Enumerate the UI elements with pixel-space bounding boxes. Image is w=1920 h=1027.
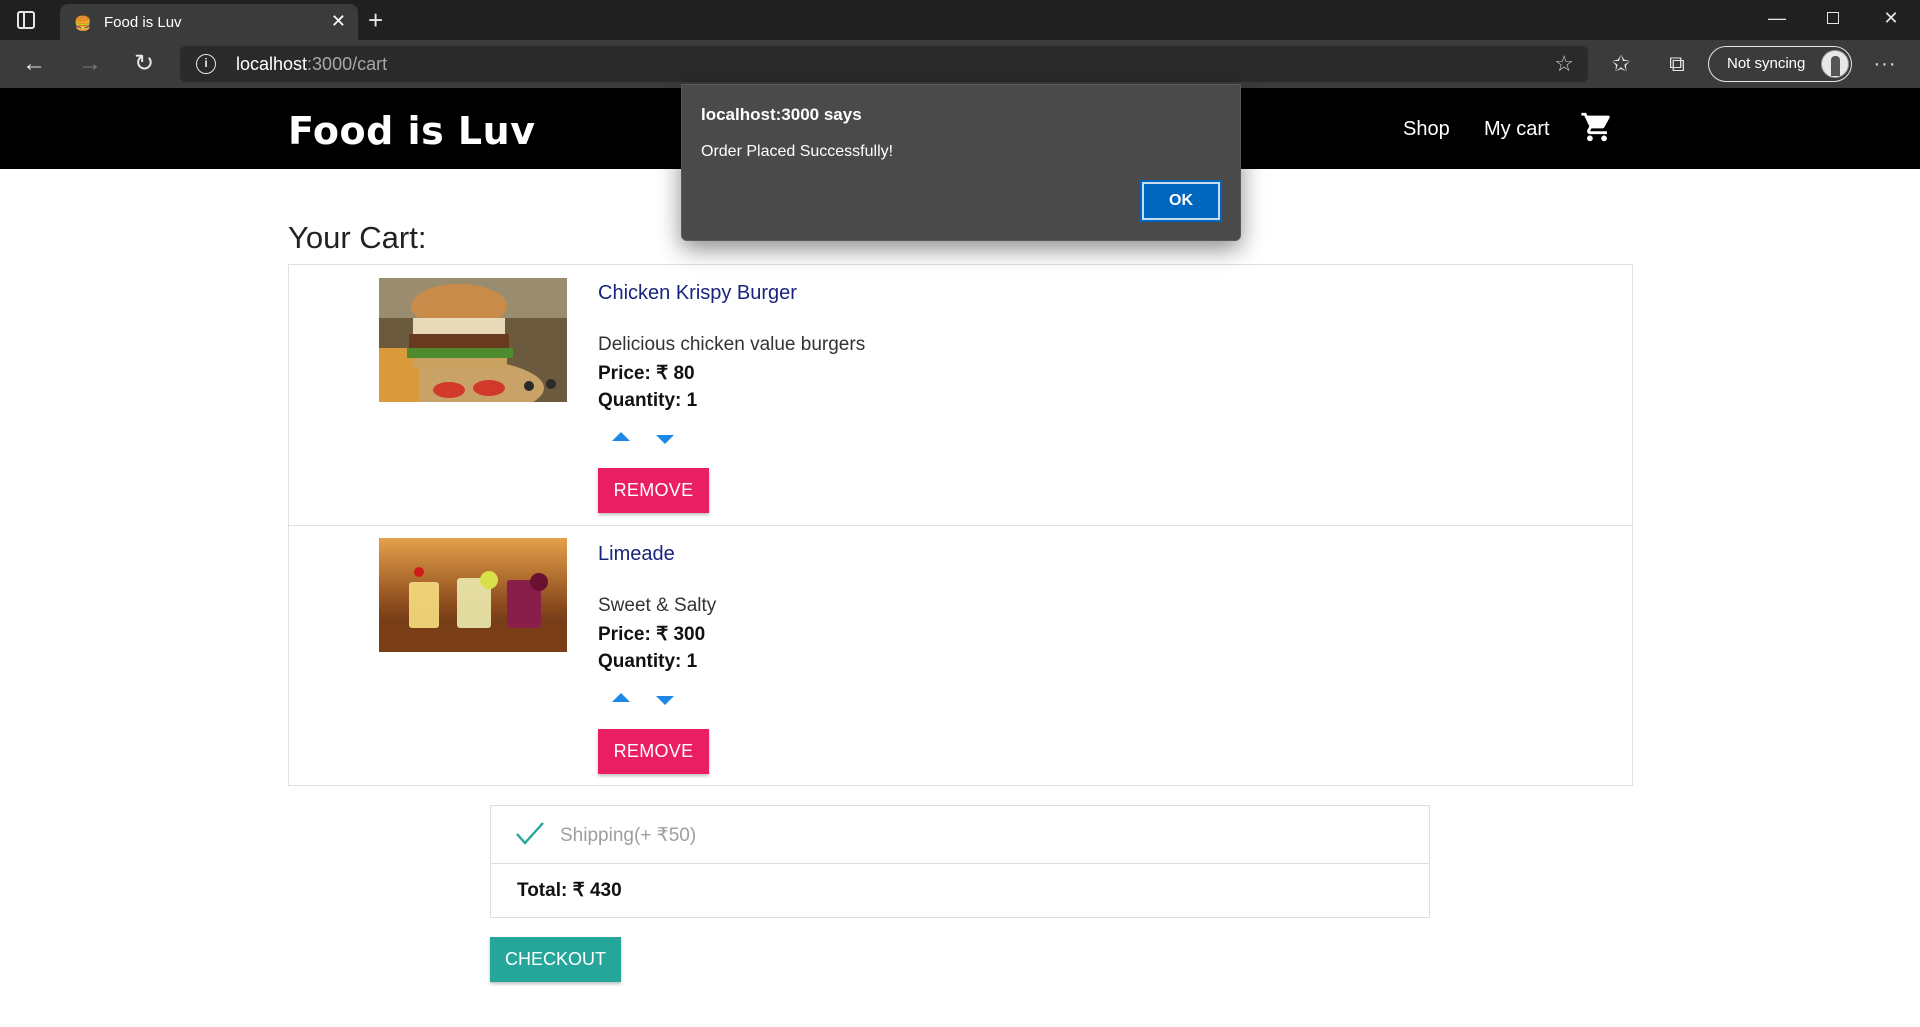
more-options-icon[interactable]: ··· bbox=[1870, 50, 1900, 78]
new-tab-icon[interactable]: + bbox=[368, 6, 383, 34]
item-quantity: Quantity: 1 bbox=[598, 651, 698, 672]
url-text[interactable]: localhost:3000/cart bbox=[236, 54, 387, 75]
nav-shop-link[interactable]: Shop bbox=[1403, 118, 1450, 141]
cart-item: Chicken Krispy Burger Delicious chicken … bbox=[289, 265, 1632, 525]
dialog-message: Order Placed Successfully! bbox=[701, 143, 894, 160]
avatar bbox=[1821, 50, 1849, 78]
browser-tab[interactable]: 🍔 Food is Luv ✕ bbox=[60, 4, 358, 40]
remove-button[interactable]: REMOVE bbox=[598, 468, 709, 513]
site-brand[interactable]: Food is Luv bbox=[288, 109, 535, 153]
item-price: Price: ₹ 300 bbox=[598, 624, 706, 645]
add-favorite-icon[interactable]: ☆ bbox=[1554, 51, 1574, 77]
drinks-image bbox=[379, 538, 567, 652]
dialog-title: localhost:3000 says bbox=[701, 105, 862, 124]
sync-label: Not syncing bbox=[1727, 55, 1806, 72]
item-name[interactable]: Limeade bbox=[598, 543, 675, 566]
url-path: :3000/cart bbox=[307, 54, 388, 74]
dialog-ok-button[interactable]: OK bbox=[1140, 180, 1222, 222]
browser-toolbar: ← → ↻ i localhost:3000/cart ☆ ✩ ⧉ Not sy… bbox=[0, 40, 1920, 88]
item-quantity: Quantity: 1 bbox=[598, 390, 698, 411]
tab-close-icon[interactable]: ✕ bbox=[331, 11, 346, 31]
item-description: Delicious chicken value burgers bbox=[598, 334, 866, 355]
page-title: Your Cart: bbox=[288, 220, 427, 255]
forward-icon[interactable]: → bbox=[74, 48, 106, 80]
favorites-icon[interactable]: ✩ bbox=[1606, 50, 1636, 78]
order-summary: Shipping(+ ₹50) Total: ₹ 430 bbox=[490, 805, 1430, 918]
increase-quantity-icon[interactable] bbox=[612, 432, 630, 441]
order-total: Total: ₹ 430 bbox=[517, 880, 622, 901]
minimize-icon[interactable]: — bbox=[1762, 6, 1792, 30]
item-name[interactable]: Chicken Krispy Burger bbox=[598, 282, 797, 305]
cart-list: Chicken Krispy Burger Delicious chicken … bbox=[288, 264, 1633, 786]
decrease-quantity-icon[interactable] bbox=[656, 435, 674, 444]
browser-tab-strip: 🍔 Food is Luv ✕ + — ✕ bbox=[0, 0, 1920, 40]
restore-icon[interactable] bbox=[1818, 6, 1848, 30]
nav-my-cart-link[interactable]: My cart bbox=[1484, 118, 1550, 141]
increase-quantity-icon[interactable] bbox=[612, 693, 630, 702]
shipping-option[interactable]: Shipping(+ ₹50) bbox=[491, 806, 1429, 864]
tab-actions-icon[interactable] bbox=[14, 8, 38, 32]
alert-dialog: localhost:3000 says Order Placed Success… bbox=[681, 84, 1241, 241]
profile-sync-button[interactable]: Not syncing bbox=[1708, 46, 1852, 82]
collections-icon[interactable]: ⧉ bbox=[1662, 50, 1692, 78]
remove-button[interactable]: REMOVE bbox=[598, 729, 709, 774]
burger-favicon-icon: 🍔 bbox=[74, 15, 92, 31]
back-icon[interactable]: ← bbox=[18, 48, 50, 80]
address-bar[interactable]: i localhost:3000/cart ☆ bbox=[180, 46, 1588, 82]
item-description: Sweet & Salty bbox=[598, 595, 717, 616]
url-host: localhost bbox=[236, 54, 308, 74]
item-price: Price: ₹ 80 bbox=[598, 363, 695, 384]
reload-icon[interactable]: ↻ bbox=[128, 48, 160, 80]
decrease-quantity-icon[interactable] bbox=[656, 696, 674, 705]
burger-image bbox=[379, 278, 567, 402]
checkmark-icon[interactable] bbox=[515, 820, 545, 846]
shopping-cart-icon[interactable] bbox=[1580, 110, 1614, 144]
cart-item: Limeade Sweet & Salty Price: ₹ 300 Quant… bbox=[289, 525, 1632, 785]
window-close-icon[interactable]: ✕ bbox=[1876, 6, 1906, 30]
site-info-icon[interactable]: i bbox=[196, 54, 216, 74]
checkout-button[interactable]: CHECKOUT bbox=[490, 937, 621, 982]
shipping-label: Shipping(+ ₹50) bbox=[560, 825, 697, 846]
tab-title: Food is Luv bbox=[104, 14, 182, 31]
